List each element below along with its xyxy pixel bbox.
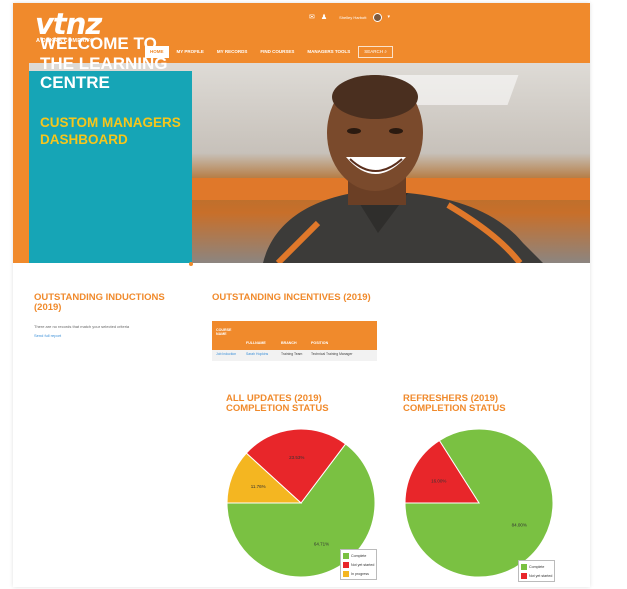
chart2-title: REFRESHERS (2019) COMPLETION STATUS xyxy=(403,393,506,414)
column-header-fullname[interactable]: FULLNAME xyxy=(246,341,266,345)
nav-my-records[interactable]: MY RECORDS xyxy=(212,46,252,58)
inductions-title: OUTSTANDING INDUCTIONS (2019) xyxy=(34,292,165,313)
column-header-course-name[interactable]: COURSE NAME xyxy=(216,328,238,336)
legend-item[interactable]: In progress xyxy=(343,569,374,578)
utility-bar: ✉ ♟ Shelley Harbott ▾ xyxy=(309,12,390,22)
table-cell-branch: Training Team xyxy=(281,352,303,356)
chart1-legend: Complete Not yet started In progress xyxy=(340,549,378,580)
pie-data-label: 16.00% xyxy=(431,478,446,483)
table-row: Job Induction Sarah Hopkins Training Tea… xyxy=(212,350,377,361)
nav-find-courses[interactable]: FIND COURSES xyxy=(255,46,299,58)
carousel-dot[interactable] xyxy=(189,262,193,266)
report-link[interactable]: Send full report xyxy=(34,333,61,338)
table-header: COURSE NAME FULLNAME BRANCH POSITION xyxy=(212,321,377,350)
column-header-branch[interactable]: BRANCH xyxy=(281,341,297,345)
incentives-table: COURSE NAME FULLNAME BRANCH POSITION Job… xyxy=(212,321,377,361)
chevron-down-icon[interactable]: ▾ xyxy=(388,14,391,20)
table-cell-position: Technical Training Manager xyxy=(311,352,353,356)
user-name[interactable]: Shelley Harbott xyxy=(339,15,366,20)
legend-item[interactable]: Complete xyxy=(343,551,374,560)
legend-label: Complete xyxy=(529,564,545,569)
column-header-position[interactable]: POSITION xyxy=(311,341,328,345)
search-label: SEARCH xyxy=(364,49,384,54)
table-cell-course[interactable]: Job Induction xyxy=(216,352,238,356)
legend-swatch xyxy=(343,552,349,559)
search-icon: ⌕ xyxy=(384,49,387,54)
hero-edge xyxy=(13,63,29,263)
pie-data-label: 64.71% xyxy=(314,542,329,547)
legend-swatch xyxy=(521,572,527,579)
chart2-legend: Complete Not yet started xyxy=(518,560,556,582)
nav-managers-tools[interactable]: MANAGERS TOOLS xyxy=(302,46,355,58)
refreshers-pie-chart: 84.00% 16.00% xyxy=(404,428,554,578)
legend-item[interactable]: Complete xyxy=(521,562,552,571)
incentives-title: OUTSTANDING INCENTIVES (2019) xyxy=(212,292,371,303)
legend-label: Complete xyxy=(351,553,367,558)
chart1-title: ALL UPDATES (2019) COMPLETION STATUS xyxy=(226,393,329,414)
legend-swatch xyxy=(343,561,349,568)
legend-label: In progress xyxy=(351,571,369,576)
hero-person-image xyxy=(263,75,543,263)
legend-label: Not yet started xyxy=(529,573,553,578)
envelope-icon[interactable]: ✉ xyxy=(309,14,315,21)
hero-text-panel xyxy=(29,71,192,263)
pie-data-label: 11.76% xyxy=(251,484,266,489)
pie-data-label: 84.00% xyxy=(512,523,527,528)
legend-label: Not yet started xyxy=(351,562,375,567)
legend-item[interactable]: Not yet started xyxy=(521,571,552,580)
legend-swatch xyxy=(343,570,349,577)
nav-search[interactable]: SEARCH ⌕ xyxy=(358,46,393,58)
table-cell-fullname[interactable]: Sarah Hopkins xyxy=(246,352,268,356)
person-icon[interactable]: ♟ xyxy=(321,14,327,21)
avatar[interactable] xyxy=(372,12,382,22)
hero-subtitle: CUSTOM MANAGERS DASHBOARD xyxy=(40,115,181,147)
hero-title: WELCOME TO THE LEARNING CENTRE xyxy=(40,34,168,92)
hero-banner xyxy=(13,63,590,263)
legend-swatch xyxy=(521,563,527,570)
pie-data-label: 23.53% xyxy=(289,455,304,460)
no-records-message: There are no records that match your sel… xyxy=(34,324,130,329)
legend-item[interactable]: Not yet started xyxy=(343,560,374,569)
